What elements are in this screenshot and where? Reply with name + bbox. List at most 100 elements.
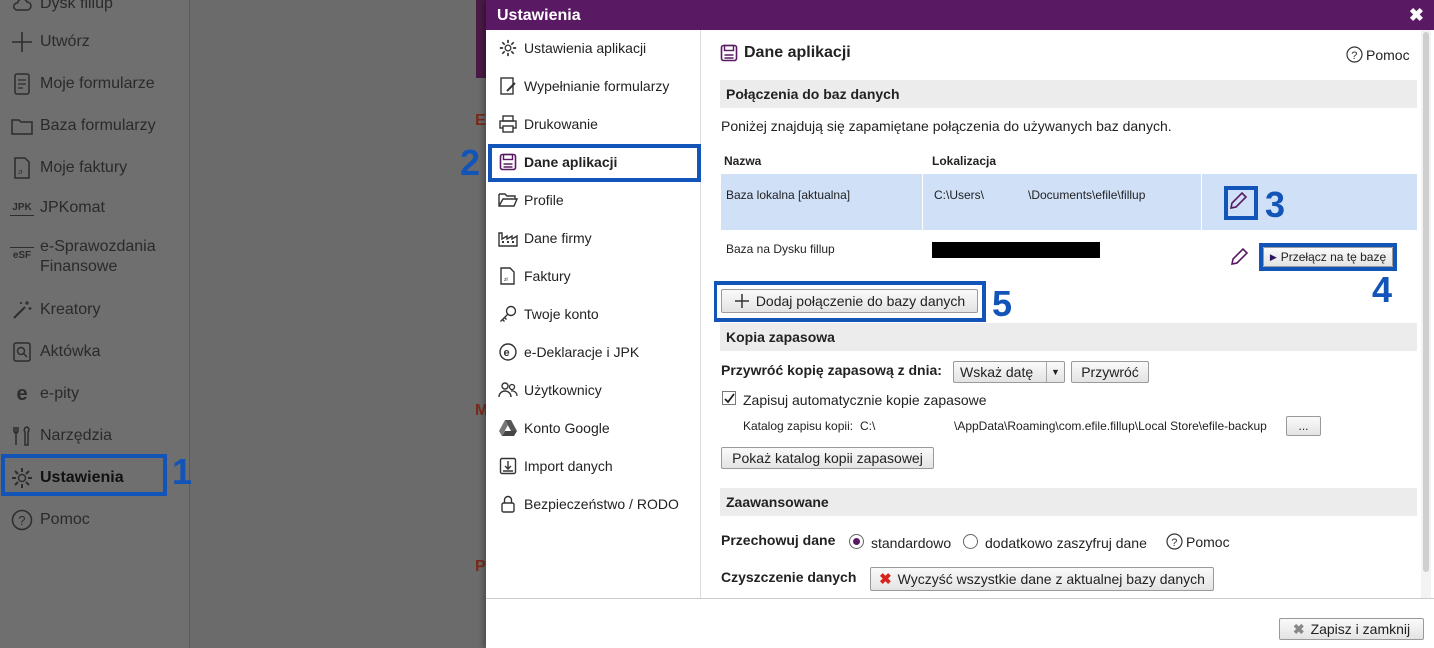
nav-label: Moje faktury [40, 159, 128, 176]
users-icon [498, 380, 518, 400]
dialog-footer: ✖ Zapisz i zamknij [486, 598, 1434, 648]
help-label: Pomoc [1366, 46, 1410, 63]
backup-dir-start: C:\ [860, 419, 876, 433]
scrollbar-thumb[interactable] [1423, 32, 1429, 572]
save-close-button[interactable]: ✖ Zapisz i zamknij [1279, 618, 1424, 640]
settings-content: Dane aplikacji ? Pomoc Połączenia do baz… [714, 30, 1424, 598]
menu-item-import-danych[interactable]: Import danych [498, 454, 613, 478]
auto-backup-label: Zapisuj automatycznie kopie zapasowe [743, 392, 987, 408]
app-sidebar: Dysk fillup Utwórz Moje formularze Baza … [0, 0, 190, 648]
row-location-end: \Documents\efile\fillup [1028, 188, 1146, 202]
menu-item-drukowanie[interactable]: Drukowanie [498, 112, 598, 136]
table-header-name: Nazwa [724, 154, 762, 168]
nav-item-utworz[interactable]: Utwórz [10, 30, 90, 54]
help-link[interactable]: ? Pomoc [1346, 46, 1410, 63]
save-icon [720, 44, 738, 62]
nav-item-e-pity[interactable]: e e-pity [10, 382, 79, 406]
restore-button[interactable]: Przywróć [1071, 361, 1149, 383]
menu-item-twoje-konto[interactable]: Twoje konto [498, 302, 599, 326]
factory-icon [498, 228, 518, 248]
nav-item-dysk-fillup[interactable]: Dysk fillup [10, 0, 113, 16]
store-label: Przechowuj dane [721, 532, 836, 548]
document-icon [10, 72, 34, 96]
nav-item-e-sprawozdania[interactable]: eSF e-Sprawozdania Finansowe [10, 237, 156, 277]
menu-label: Drukowanie [524, 116, 598, 132]
nav-label: Utwórz [40, 33, 90, 50]
redacted-location [932, 242, 1100, 258]
content-header: Dane aplikacji [720, 44, 851, 62]
google-drive-icon [498, 418, 518, 438]
save-close-label: Zapisz i zamknij [1310, 621, 1411, 637]
gear-icon [498, 38, 518, 58]
menu-label: Ustawienia aplikacji [524, 40, 647, 56]
annotation-box-4 [1259, 243, 1397, 271]
nav-label: Dysk fillup [40, 0, 113, 12]
radio-zaszyfruj[interactable] [963, 534, 978, 549]
epity-icon: e [16, 383, 28, 405]
section-header-db: Połączenia do baz danych [720, 80, 1417, 108]
svg-text:e: e [504, 347, 510, 359]
menu-item-e-deklaracje[interactable]: e e-Deklaracje i JPK [498, 340, 639, 364]
form-fill-icon [498, 76, 518, 96]
radio-standardowo[interactable] [849, 534, 864, 549]
red-x-icon: ✖ [879, 571, 892, 588]
folder-icon [10, 114, 34, 138]
nav-item-pomoc[interactable]: ? Pomoc [10, 508, 90, 532]
close-icon[interactable]: ✖ [1409, 5, 1424, 26]
menu-item-uzytkownicy[interactable]: Użytkownicy [498, 378, 602, 402]
date-select[interactable]: Wskaż datę ▼ [953, 361, 1065, 383]
background-letter: P [475, 558, 486, 575]
clear-data-button[interactable]: ✖ Wyczyść wszystkie dane z aktualnej baz… [870, 567, 1214, 591]
menu-item-bezpieczenstwo[interactable]: Bezpieczeństwo / RODO [498, 492, 679, 516]
nav-item-kreatory[interactable]: Kreatory [10, 298, 100, 322]
annotation-box-3 [1224, 186, 1258, 220]
nav-label: Pomoc [40, 511, 90, 528]
menu-item-konto-google[interactable]: Konto Google [498, 416, 610, 440]
esf-icon: eSF [10, 247, 34, 263]
clear-label: Czyszczenie danych [721, 569, 857, 585]
annotation-number-4: 4 [1372, 269, 1393, 310]
section-header-backup: Kopia zapasowa [720, 323, 1417, 351]
date-select-value: Wskaż datę [960, 364, 1034, 380]
nav-label: Baza formularzy [40, 117, 156, 134]
nav-item-jpkomat[interactable]: JPK JPKomat [10, 198, 105, 218]
content-scrollbar[interactable] [1421, 30, 1431, 598]
restore-label: Przywróć kopię zapasową z dnia: [721, 362, 942, 378]
dialog-title: Ustawienia [497, 7, 581, 24]
help-icon: ? [1346, 46, 1363, 63]
row-name: Baza lokalna [aktualna] [726, 188, 851, 202]
nav-item-narzedzia[interactable]: Narzędzia [10, 424, 112, 448]
clear-data-label: Wyczyść wszystkie dane z aktualnej bazy … [897, 571, 1205, 587]
svg-text:zł: zł [18, 170, 23, 176]
dialog-titlebar: Ustawienia ✖ [486, 0, 1434, 30]
wand-icon [10, 298, 34, 322]
row-name: Baza na Dysku fillup [726, 242, 835, 256]
nav-item-aktowka[interactable]: Aktówka [10, 340, 100, 364]
show-backup-dir-button[interactable]: Pokaż katalog kopii zapasowej [721, 447, 934, 469]
briefcase-icon [10, 340, 34, 364]
table-row-selected[interactable]: Baza lokalna [aktualna] C:\Users\ \Docum… [721, 174, 1417, 230]
menu-item-faktury[interactable]: zł Faktury [498, 264, 571, 288]
store-help-link[interactable]: ? Pomoc [1166, 533, 1230, 550]
browse-button[interactable]: ... [1286, 416, 1321, 436]
backup-dir-end: \AppData\Roaming\com.efile.fillup\Local … [954, 419, 1267, 433]
db-description: Poniżej znajdują się zapamiętane połącze… [721, 118, 1172, 134]
invoice-icon: zł [10, 156, 34, 180]
nav-item-baza-formularzy[interactable]: Baza formularzy [10, 114, 156, 138]
menu-item-dane-firmy[interactable]: Dane firmy [498, 226, 592, 250]
menu-label: Użytkownicy [524, 382, 602, 398]
menu-item-wypelnianie-formularzy[interactable]: Wypełnianie formularzy [498, 74, 669, 98]
edit-pencil-icon[interactable] [1228, 246, 1250, 268]
nav-item-moje-formularze[interactable]: Moje formularze [10, 72, 155, 96]
column-divider [922, 174, 923, 230]
menu-item-profile[interactable]: Profile [498, 188, 564, 212]
help-icon: ? [1166, 533, 1183, 550]
auto-backup-checkbox[interactable] [722, 391, 736, 405]
annotation-box-2 [488, 144, 701, 182]
menu-item-ustawienia-aplikacji[interactable]: Ustawienia aplikacji [498, 36, 646, 60]
tools-icon [10, 424, 34, 448]
nav-item-moje-faktury[interactable]: zł Moje faktury [10, 156, 127, 180]
nav-label-line2: Finansowe [40, 258, 118, 275]
menu-label: Wypełnianie formularzy [524, 78, 670, 94]
column-divider [1201, 174, 1202, 230]
